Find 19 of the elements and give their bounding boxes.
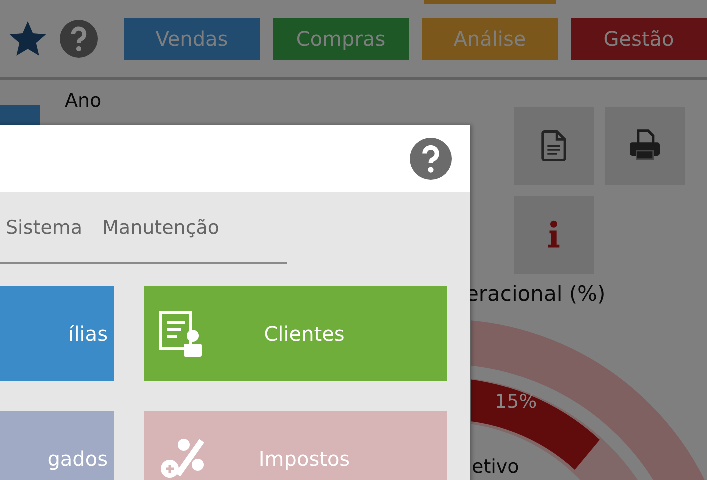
chart-title: eracional (%)	[466, 282, 606, 306]
help-icon[interactable]	[60, 20, 98, 58]
info-button[interactable]	[514, 196, 594, 274]
menu-tile[interactable]: ílias	[0, 286, 114, 381]
dialog-tab[interactable]: Manutenção	[96, 217, 220, 239]
print-button[interactable]	[605, 107, 685, 185]
menu-tile[interactable]: Impostos	[144, 411, 447, 480]
module-tab[interactable]: Análise	[422, 18, 558, 60]
help-icon[interactable]	[410, 138, 452, 180]
gauge-value: 15%	[495, 391, 538, 413]
legend-label: etivo	[472, 456, 520, 478]
year-label: Ano	[65, 90, 102, 112]
module-tab[interactable]: Gestão	[571, 18, 707, 60]
menu-tile[interactable]: gados	[0, 411, 114, 480]
module-tab[interactable]: Vendas	[124, 18, 260, 60]
document-button[interactable]	[514, 107, 594, 185]
module-tab[interactable]: Compras	[273, 18, 409, 60]
dialog-tab[interactable]: Sistema	[0, 217, 83, 239]
menu-tile[interactable]: Clientes	[144, 286, 447, 381]
